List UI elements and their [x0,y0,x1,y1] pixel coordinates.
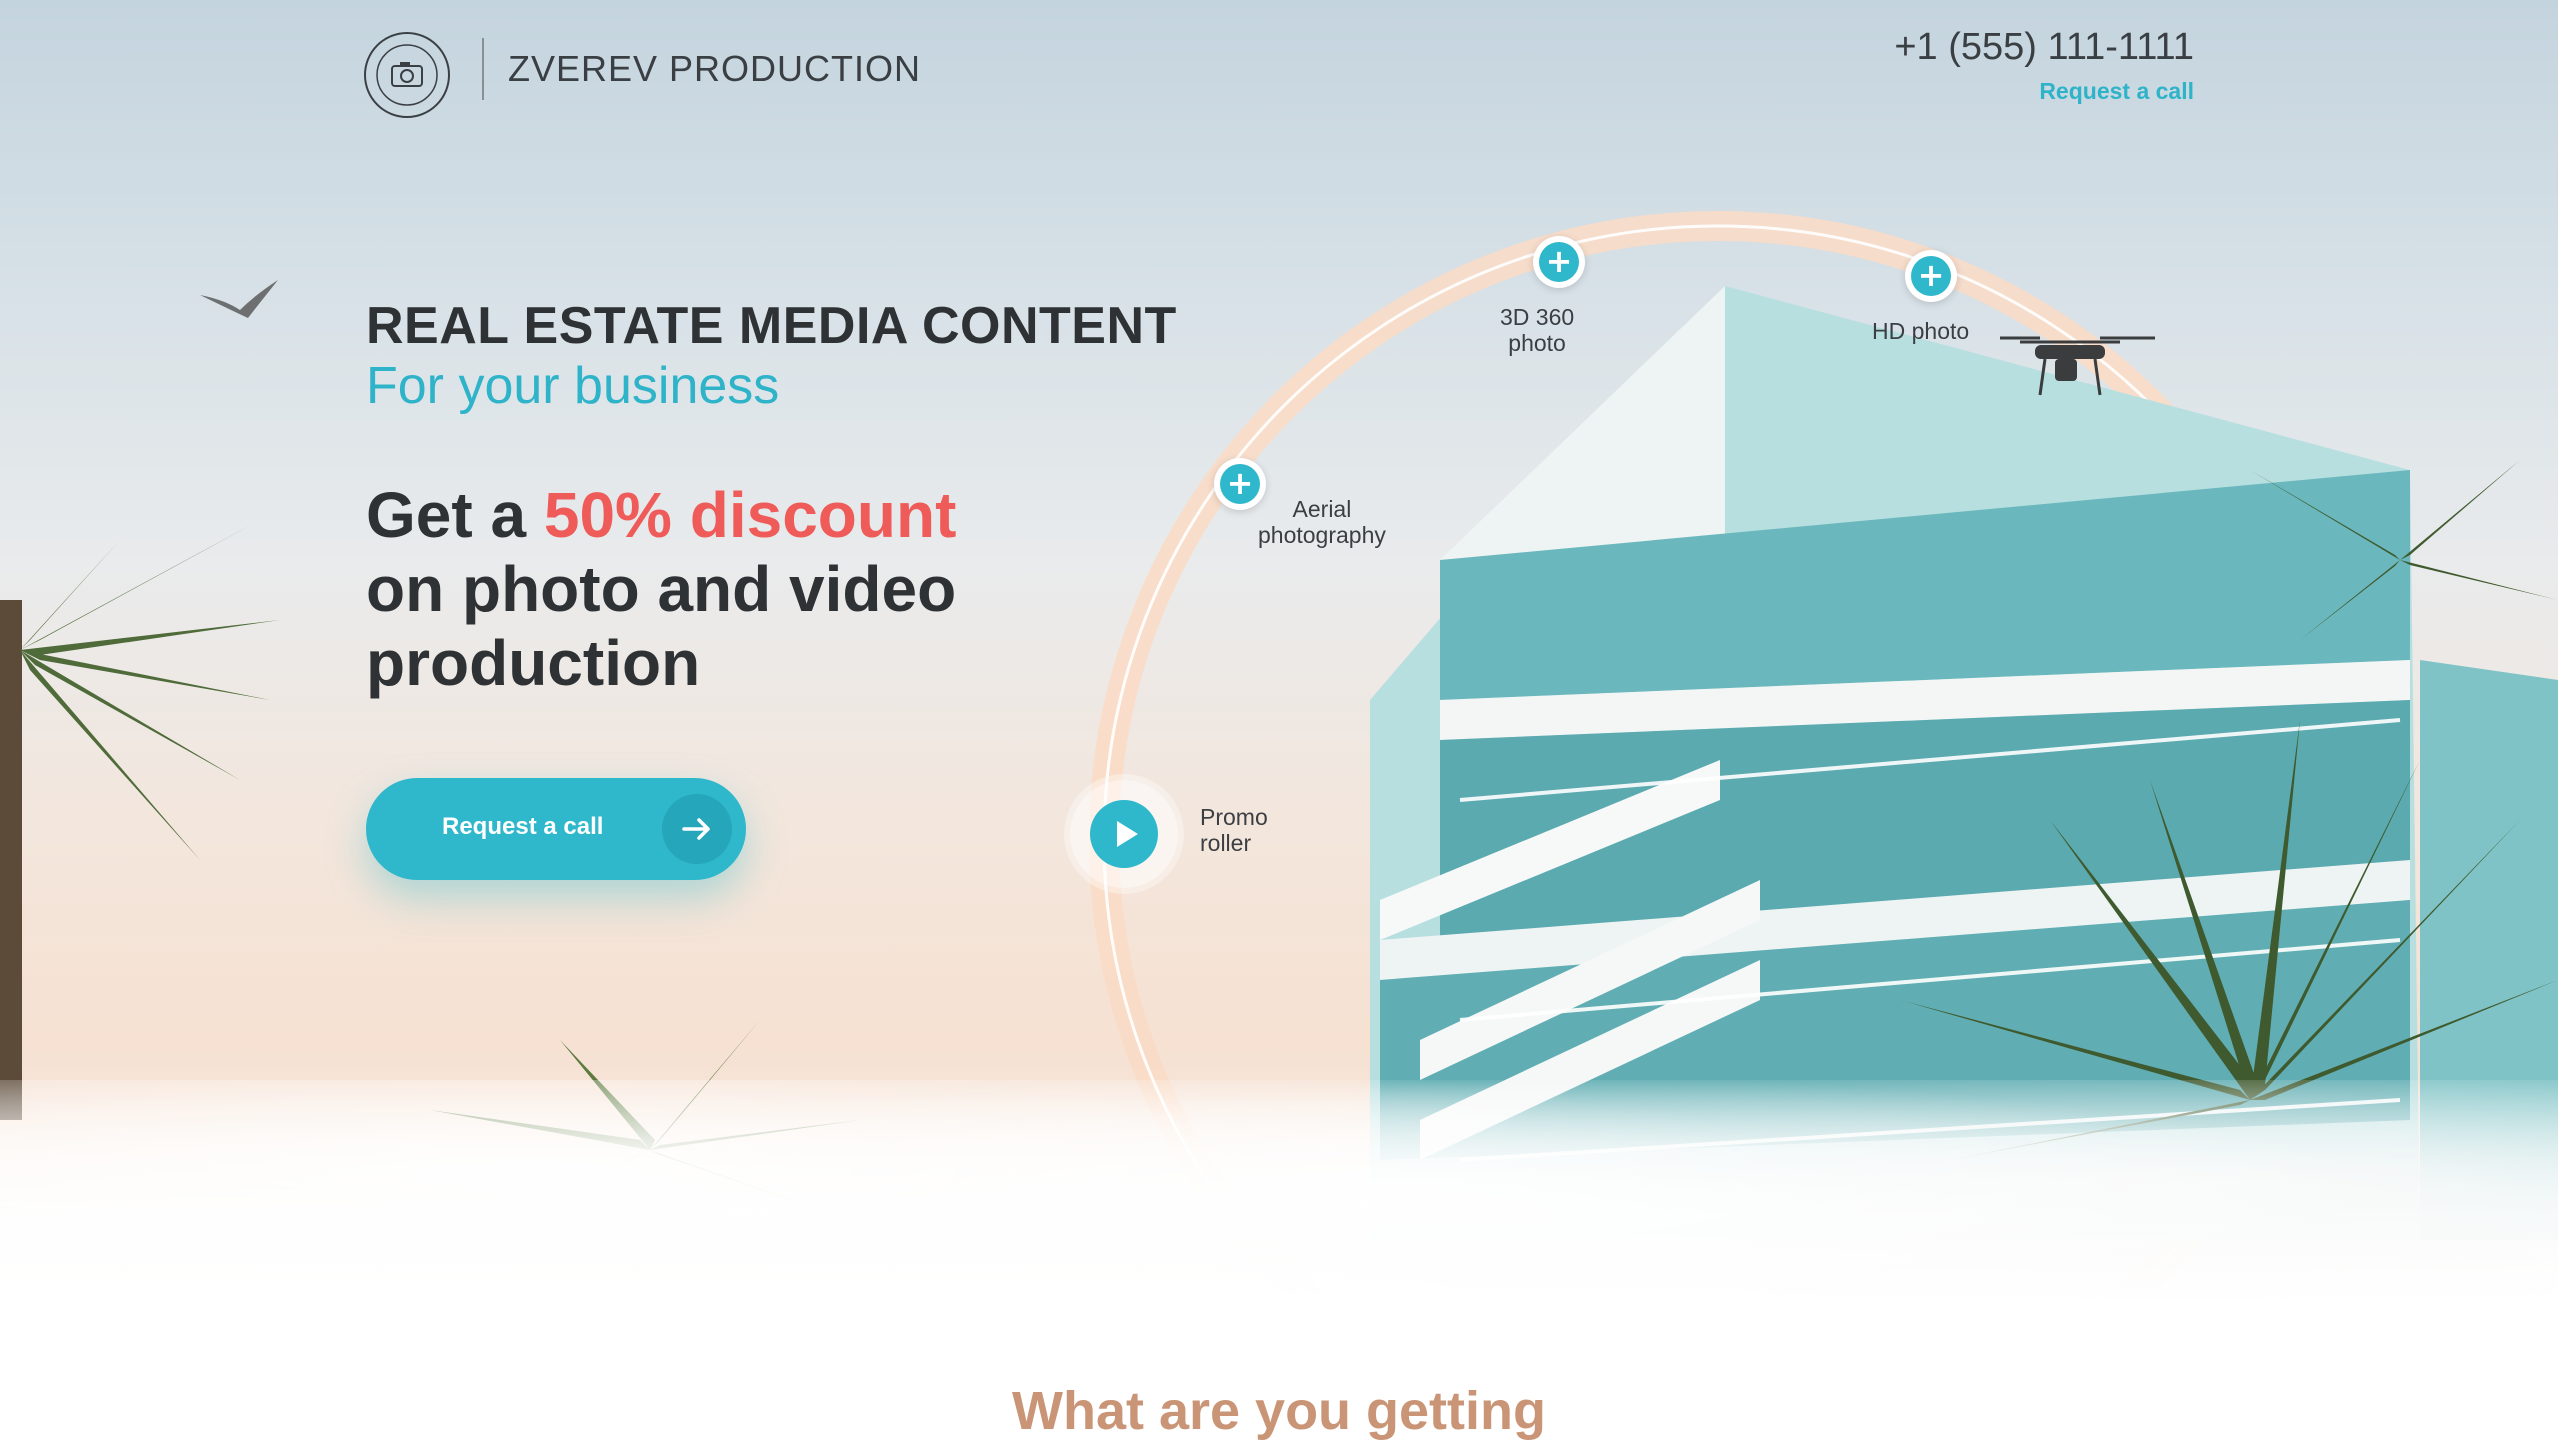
plus-icon: + [1539,242,1579,282]
phone-number[interactable]: +1 (555) 111-1111 [1894,26,2194,69]
cloud-overlay [0,1080,2558,1340]
label-line: photography [1258,522,1386,548]
hotspot-3d-photo-label: 3D 360 photo [1500,304,1574,356]
promo-discount: 50% discount [543,479,957,551]
promo-heading: Get a 50% discount on photo and video pr… [366,478,956,700]
camera-logo-icon [364,32,450,118]
label-line: Aerial [1292,496,1352,522]
promo-roller-label: Promo roller [1200,804,1268,856]
logo-badge[interactable] [362,30,452,120]
promo-line-2: on photo and video [366,553,957,625]
hotspot-hd-photo[interactable]: + [1905,250,1957,302]
header-request-call-link[interactable]: Request a call [2039,78,2194,105]
label-line: 3D 360 [1500,304,1575,330]
promo-roller-play-button[interactable] [1070,780,1178,888]
promo-line-3: production [366,627,701,699]
hotspot-aerial-label: Aerial photography [1258,496,1386,548]
request-call-button[interactable]: Request a call [366,778,746,880]
label-line: Promo [1200,804,1268,830]
hero-subtitle: For your business [366,357,780,415]
hero-title: REAL ESTATE MEDIA CONTENT [366,297,1177,355]
plus-icon: + [1911,256,1951,296]
palm-tree-left [0,520,280,1120]
label-line: roller [1200,830,1252,856]
promo-line-1: Get a 50% discount [366,478,956,552]
promo-prefix: Get a [366,479,544,551]
section-title-what-you-get: What are you getting [1011,1381,1546,1441]
arrow-right-icon [662,794,732,864]
seagull-icon [200,280,278,318]
logo-divider [482,38,484,100]
logo-text[interactable]: ZVEREV PRODUCTION [508,48,921,90]
hotspot-hd-photo-label: HD photo [1872,318,1970,344]
plus-icon: + [1220,464,1260,504]
hotspot-3d-photo[interactable]: + [1533,236,1585,288]
label-line: photo [1508,330,1566,356]
play-icon [1090,800,1158,868]
request-call-button-label: Request a call [442,813,604,840]
